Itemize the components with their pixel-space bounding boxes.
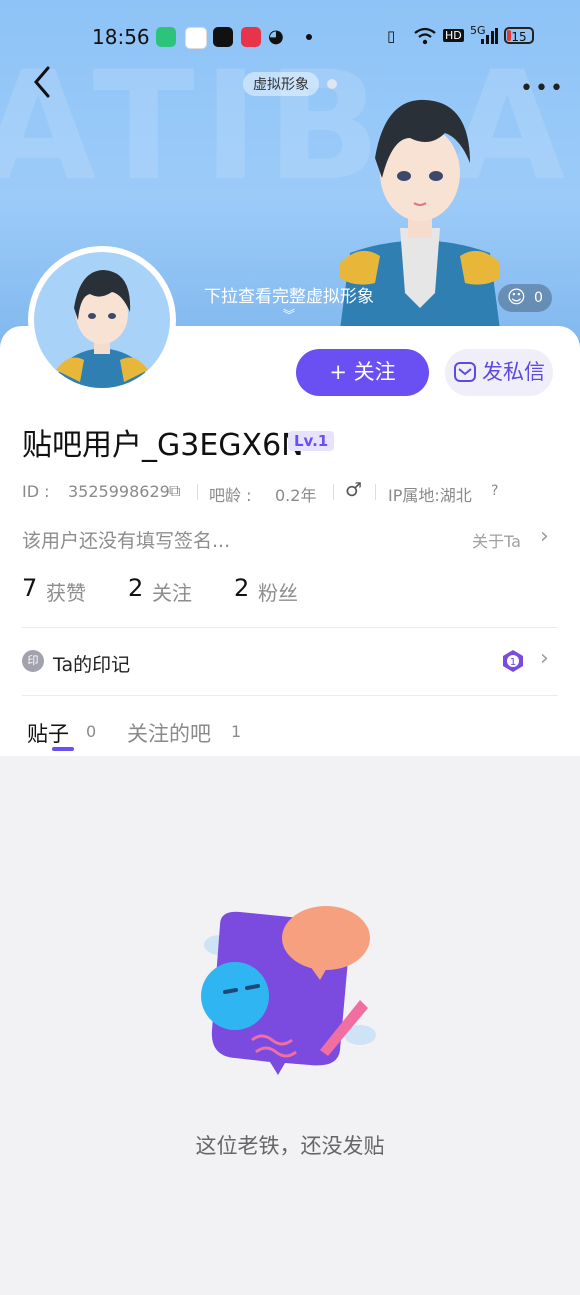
likes-count[interactable]: 7 [22,574,37,602]
empty-state-text: 这位老铁，还没发贴 [195,1134,385,1158]
avatar-image [54,270,150,388]
smile-icon: ☺ [507,287,526,308]
followers-count[interactable]: 2 [234,574,249,602]
virtual-avatar-figure[interactable] [330,78,510,360]
status-bar: 18:56 ◕ ▯ HD 5G 15 [0,0,580,72]
message-button[interactable]: 发私信 [445,349,553,396]
level-badge[interactable]: Lv.1 [288,431,335,451]
badge-level: 1 [510,657,516,668]
tab-posts[interactable]: 贴子 [27,718,69,748]
chevron-right-icon[interactable]: › [540,646,549,671]
more-notifications-dot [306,34,312,40]
wechat-icon: ◕ [268,26,284,47]
divider [22,695,558,696]
following-label[interactable]: 关注 [152,577,192,606]
signature: 该用户还没有填写签名... [22,530,231,552]
avatar-like-count: 0 [534,290,543,306]
ip-location: IP属地:湖北 [388,486,472,505]
virtual-avatar-tag[interactable]: 虚拟形象 [243,72,319,96]
empty-state-illustration [201,906,376,1075]
divider [197,484,198,500]
clock: 18:56 [92,25,150,49]
divider [375,484,376,500]
battery-icon: 15 [504,27,534,44]
following-count[interactable]: 2 [128,574,143,602]
mail-icon [454,362,476,382]
imprint-label[interactable]: Ta的印记 [53,650,130,677]
imprint-icon: 印 [22,650,44,672]
app-notification-icon [156,27,176,47]
more-options-icon[interactable]: ••• [520,76,565,101]
likes-label[interactable]: 获赞 [46,577,86,606]
account-age: 0.2年 [275,486,317,505]
divider [22,627,558,628]
badge-icon[interactable]: 1 [502,649,524,673]
active-tab-indicator [52,747,74,751]
pull-down-hint: 下拉查看完整虚拟形象 [204,287,374,307]
plus-icon: + [329,360,347,384]
account-age-label: 吧龄 : [209,486,252,505]
copy-icon[interactable]: ⧉ [169,481,180,501]
tag-indicator-dot [327,79,337,89]
app-notification-icon [213,27,233,47]
hd-icon: HD [443,29,464,42]
user-id: 3525998629 [68,482,170,501]
app-notification-icon [241,27,261,47]
signal-icon [481,28,498,44]
vibrate-icon: ▯ [387,27,396,45]
chevron-right-icon[interactable]: › [540,524,549,549]
avatar-like-button[interactable]: ☺ 0 [498,284,552,312]
app-notification-icon [185,27,207,49]
avatar[interactable] [28,246,176,394]
follow-button[interactable]: + 关注 [296,349,429,396]
user-id-label: ID : [22,482,50,501]
about-link[interactable]: 关于Ta [472,528,521,552]
tab-followed-forums-count: 1 [231,722,242,741]
gender-male-icon: ♂ [345,479,363,501]
chevron-down-icon: ︾ [283,308,296,322]
divider [333,484,334,500]
wifi-icon [414,27,436,45]
followers-label[interactable]: 粉丝 [258,577,298,606]
help-icon[interactable]: ? [491,483,498,499]
tab-posts-count: 0 [86,722,97,741]
tab-followed-forums[interactable]: 关注的吧 [127,718,211,748]
back-arrow-icon[interactable] [28,64,58,100]
username: 贴吧用户_G3EGX6N [22,428,304,463]
